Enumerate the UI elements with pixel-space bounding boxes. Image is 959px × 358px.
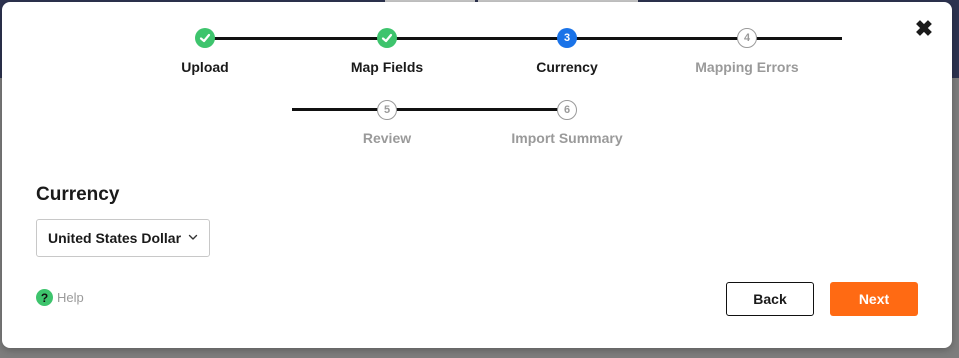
- next-button[interactable]: Next: [830, 282, 918, 316]
- stepper-connector: [292, 108, 387, 111]
- step-4-label: Mapping Errors: [695, 59, 799, 75]
- currency-select-value: United States Dollar: [48, 230, 182, 246]
- currency-select[interactable]: United States Dollar: [36, 219, 210, 257]
- chevron-down-icon: [188, 234, 198, 240]
- step-3-label: Currency: [536, 59, 598, 75]
- step-5-number: 5: [377, 100, 397, 120]
- stepper-connector: [387, 37, 567, 40]
- stepper-connector: [387, 108, 567, 111]
- stepper-connector: [567, 37, 747, 40]
- step-5-label: Review: [362, 130, 412, 146]
- currency-heading: Currency: [36, 184, 120, 205]
- step-6-number: 6: [557, 100, 577, 120]
- step-3-number: 3: [557, 28, 577, 48]
- help-label: Help: [57, 290, 84, 305]
- help-link[interactable]: ? Help: [36, 289, 84, 306]
- stepper-connector: [205, 37, 387, 40]
- step-2-check-icon: [377, 28, 397, 48]
- import-wizard-modal: ✖ Upload Map Fields 3 Currency 4 Mapping…: [2, 2, 952, 348]
- close-icon[interactable]: ✖: [914, 18, 934, 40]
- step-1-check-icon: [195, 28, 215, 48]
- step-4-number: 4: [737, 28, 757, 48]
- stepper-connector: [747, 37, 842, 40]
- back-button[interactable]: Back: [726, 282, 814, 316]
- help-icon: ?: [36, 289, 53, 306]
- step-1-label: Upload: [181, 59, 229, 75]
- step-2-label: Map Fields: [350, 59, 424, 75]
- step-6-label: Import Summary: [511, 130, 623, 146]
